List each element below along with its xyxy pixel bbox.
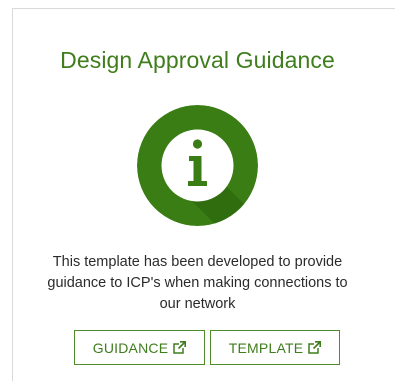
template-button[interactable]: TEMPLATE: [210, 330, 340, 365]
info-icon: [137, 105, 258, 226]
card-title: Design Approval Guidance: [60, 47, 335, 73]
guidance-button-label: GUIDANCE: [92, 339, 169, 356]
external-link-icon: [308, 341, 322, 354]
template-button-label: TEMPLATE: [228, 339, 304, 356]
external-link-icon: [173, 341, 187, 354]
guidance-button[interactable]: GUIDANCE: [74, 330, 205, 365]
card-description: This template has been developed to prov…: [47, 254, 348, 312]
